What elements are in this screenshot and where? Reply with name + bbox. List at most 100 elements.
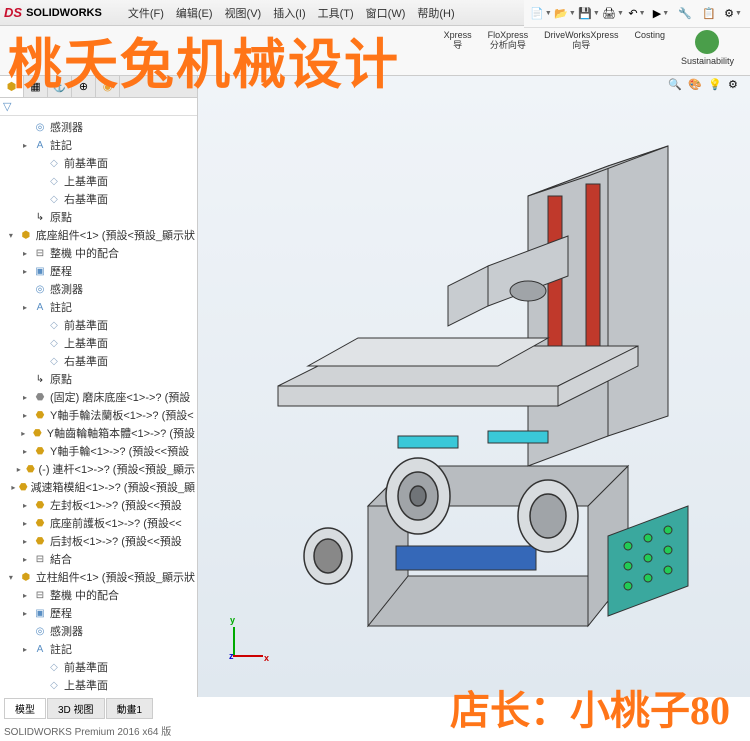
tree-item[interactable]: ◇右基準面 — [2, 352, 195, 370]
tree-toggle-icon[interactable]: ▸ — [20, 392, 30, 402]
tree-toggle-icon[interactable] — [20, 212, 30, 222]
tree-toggle-icon[interactable]: ▾ — [6, 230, 16, 240]
options-button[interactable]: 📋 — [698, 3, 720, 25]
watermark-bottom: 店长：小桃子80 — [450, 678, 730, 736]
tree-toggle-icon[interactable]: ▸ — [20, 536, 30, 546]
tree-item[interactable]: ▸A註記 — [2, 640, 195, 658]
save-button[interactable]: 💾▼ — [578, 3, 600, 25]
tree-item-label: (-) 連杆<1>->? (預設<預設_顯示 — [39, 461, 195, 477]
tree-toggle-icon[interactable]: ▸ — [20, 140, 30, 150]
tree-toggle-icon[interactable]: ▸ — [20, 644, 30, 654]
appearance-icon[interactable]: 🎨 — [688, 78, 706, 96]
tree-item-label: 底座組件<1> (預設<預設_顯示狀 — [36, 227, 195, 243]
tree-item[interactable]: ▸⊟整機 中的配合 — [2, 586, 195, 604]
tree-item[interactable]: ◇前基準面 — [2, 658, 195, 676]
zoom-icon[interactable]: 🔍 — [668, 78, 686, 96]
viewport-3d[interactable]: 🔍 🎨 💡 ⚙ — [198, 76, 750, 697]
tree-toggle-icon[interactable] — [34, 176, 44, 186]
tree-item[interactable]: ▸▣歷程 — [2, 604, 195, 622]
tree-item[interactable]: ▸⊟整機 中的配合 — [2, 244, 195, 262]
tree-toggle-icon[interactable] — [20, 374, 30, 384]
tree-toggle-icon[interactable]: ▸ — [20, 518, 30, 528]
print-button[interactable]: 🖨▼ — [602, 3, 624, 25]
main-area: ⬢ ▦ ⚓ ⊕ ◉ ▽ ◎感测器▸A註記◇前基準面◇上基準面◇右基準面↳原點▾⬢… — [0, 76, 750, 697]
tree-item[interactable]: ▸⬣Y軸齒輪軸箱本體<1>->? (預設 — [2, 424, 195, 442]
tree-toggle-icon[interactable] — [20, 284, 30, 294]
tree-item[interactable]: ◇右基準面 — [2, 190, 195, 208]
tree-item[interactable]: ↳原點 — [2, 208, 195, 226]
tab-motion[interactable]: 動畫1 — [106, 698, 154, 719]
tree-item[interactable]: ▾⬢底座組件<1> (預設<預設_顯示狀 — [2, 226, 195, 244]
cube-icon: ⬢ — [19, 570, 33, 584]
tree-toggle-icon[interactable]: ▸ — [11, 482, 16, 492]
tree-item-label: 前基準面 — [64, 155, 108, 171]
ribbon-sustainability[interactable]: Sustainability — [673, 28, 742, 73]
new-button[interactable]: 📄▼ — [530, 3, 552, 25]
tree-item[interactable]: ↳原點 — [2, 370, 195, 388]
tree-item[interactable]: ▸⊟結合 — [2, 550, 195, 568]
tree-item[interactable]: ▸⬣后封板<1>->? (預設<<預設 — [2, 532, 195, 550]
tree-item[interactable]: ◎感測器 — [2, 280, 195, 298]
rebuild-button[interactable]: 🔧 — [674, 3, 696, 25]
tree-item[interactable]: ▸A註記 — [2, 136, 195, 154]
tree-filter[interactable]: ▽ — [0, 98, 197, 116]
select-button[interactable]: ▶▼ — [650, 3, 672, 25]
tree-toggle-icon[interactable]: ▾ — [6, 572, 16, 582]
tab-model[interactable]: 模型 — [4, 698, 46, 719]
tree-toggle-icon[interactable]: ▸ — [20, 554, 30, 564]
tree-toggle-icon[interactable] — [34, 356, 44, 366]
tree-toggle-icon[interactable]: ▸ — [20, 500, 30, 510]
tree-toggle-icon[interactable]: ▸ — [19, 428, 28, 438]
tree-item[interactable]: ◇上基準面 — [2, 172, 195, 190]
feature-tree[interactable]: ◎感测器▸A註記◇前基準面◇上基準面◇右基準面↳原點▾⬢底座組件<1> (預設<… — [0, 116, 197, 697]
tab-3dview[interactable]: 3D 视图 — [47, 698, 105, 719]
tree-toggle-icon[interactable]: ▸ — [20, 248, 30, 258]
tree-item[interactable]: ▾⬢立柱組件<1> (預設<預設_顯示狀 — [2, 568, 195, 586]
tree-item[interactable]: ◇前基準面 — [2, 154, 195, 172]
tree-item[interactable]: ▸⬣左封板<1>->? (預設<<預設 — [2, 496, 195, 514]
menu-help[interactable]: 帮助(H) — [411, 3, 460, 23]
tree-toggle-icon[interactable] — [20, 122, 30, 132]
tree-item-label: 上基準面 — [64, 677, 108, 693]
tree-toggle-icon[interactable] — [34, 662, 44, 672]
tree-toggle-icon[interactable]: ▸ — [20, 410, 30, 420]
open-button[interactable]: 📂▼ — [554, 3, 576, 25]
tree-item[interactable]: ▸⬣減速箱模組<1>->? (預設<預設_顯 — [2, 478, 195, 496]
ribbon-xpress[interactable]: Xpress导 — [436, 28, 480, 73]
tree-item[interactable]: ◇上基準面 — [2, 334, 195, 352]
tree-toggle-icon[interactable]: ▸ — [20, 608, 30, 618]
tree-toggle-icon[interactable] — [34, 158, 44, 168]
tree-toggle-icon[interactable] — [34, 194, 44, 204]
tree-toggle-icon[interactable]: ▸ — [20, 590, 30, 600]
tree-item[interactable]: ◇上基準面 — [2, 676, 195, 694]
tree-toggle-icon[interactable]: ▸ — [20, 446, 30, 456]
app-logo-symbol: DS — [4, 5, 22, 20]
tree-item[interactable]: ▸A註記 — [2, 298, 195, 316]
tree-toggle-icon[interactable] — [34, 338, 44, 348]
ribbon-driveworks[interactable]: DriveWorksXpress向导 — [536, 28, 626, 73]
ribbon-costing[interactable]: Costing — [626, 28, 673, 73]
tree-item[interactable]: ▸⬣(固定) 磨床底座<1>->? (預設 — [2, 388, 195, 406]
tree-item-label: 底座前護板<1>->? (預設<< — [50, 515, 182, 531]
tree-item[interactable]: ◇右基準面 — [2, 694, 195, 697]
settings-button[interactable]: ⚙▼ — [722, 3, 744, 25]
tree-toggle-icon[interactable] — [20, 626, 30, 636]
tree-item[interactable]: ▸⬣Y軸手輪<1>->? (預設<<預設 — [2, 442, 195, 460]
tree-toggle-icon[interactable] — [34, 320, 44, 330]
tree-item[interactable]: ▸⬣Y軸手輪法蘭板<1>->? (預設< — [2, 406, 195, 424]
tree-toggle-icon[interactable]: ▸ — [20, 302, 30, 312]
tree-item[interactable]: ◎感测器 — [2, 118, 195, 136]
undo-button[interactable]: ↶▼ — [626, 3, 648, 25]
tree-item[interactable]: ◎感測器 — [2, 622, 195, 640]
view-settings-icon[interactable]: ⚙ — [728, 78, 746, 96]
tree-item[interactable]: ▸▣歷程 — [2, 262, 195, 280]
tree-item-label: 右基準面 — [64, 191, 108, 207]
tree-toggle-icon[interactable] — [34, 680, 44, 690]
tree-item[interactable]: ◇前基準面 — [2, 316, 195, 334]
tree-item[interactable]: ▸⬣底座前護板<1>->? (預設<< — [2, 514, 195, 532]
ribbon-floxpress[interactable]: FloXpress分析向导 — [480, 28, 537, 73]
scene-icon[interactable]: 💡 — [708, 78, 726, 96]
tree-toggle-icon[interactable]: ▸ — [15, 464, 22, 474]
tree-item[interactable]: ▸⬣(-) 連杆<1>->? (預設<預設_顯示 — [2, 460, 195, 478]
tree-toggle-icon[interactable]: ▸ — [20, 266, 30, 276]
